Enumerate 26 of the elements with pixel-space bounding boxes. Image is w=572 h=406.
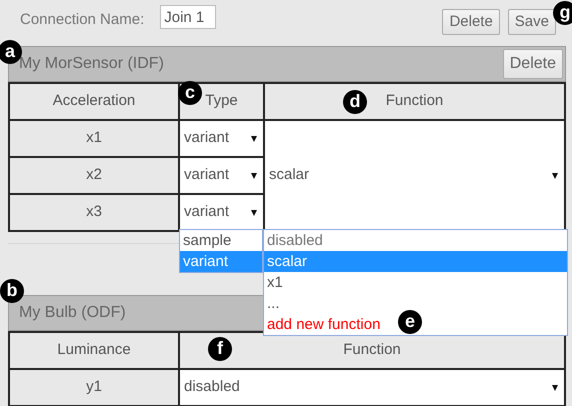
column-header: Acceleration [9, 83, 179, 120]
dropdown-option[interactable]: sample [180, 230, 234, 251]
caret-icon [552, 172, 558, 178]
row-label: x2 [9, 157, 179, 194]
dropdown-option[interactable]: x1 [264, 272, 286, 293]
delete-button[interactable]: Delete [442, 9, 500, 35]
save-button[interactable]: Save [508, 9, 556, 35]
dropdown-option[interactable]: disabled [264, 230, 326, 251]
caret-icon [251, 136, 257, 142]
row-label: y1 [9, 369, 179, 406]
callout-marker: a [0, 40, 22, 64]
caret-icon [552, 384, 558, 390]
row-label: x3 [9, 194, 179, 231]
dropdown-option[interactable]: ... [264, 293, 283, 314]
field-label: Connection Name: [20, 10, 144, 30]
caret-icon [251, 210, 257, 216]
callout-marker: g [553, 1, 572, 25]
panel-title: My MorSensor (IDF) [19, 54, 164, 74]
column-header: Luminance [9, 332, 179, 369]
panel-title: My Bulb (ODF) [19, 303, 126, 323]
callout-marker: b [0, 279, 24, 303]
name-field[interactable]: Join 1 [160, 5, 216, 29]
delete-button[interactable]: Delete [502, 49, 563, 79]
caret-icon [251, 172, 257, 178]
row-label: x1 [9, 120, 179, 157]
dropdown-option[interactable]: add new function [264, 314, 384, 335]
